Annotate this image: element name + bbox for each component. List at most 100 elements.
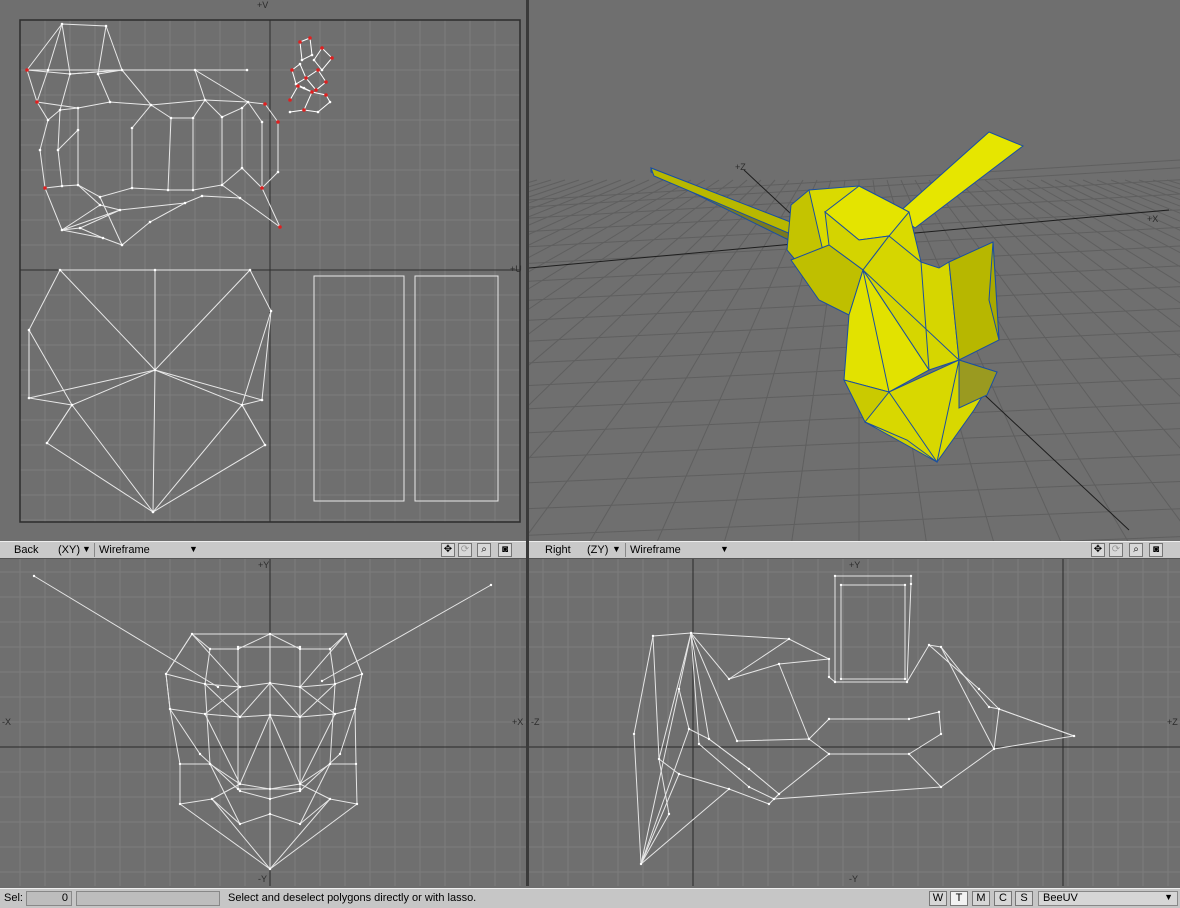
move-view-icon[interactable]: ✥ [1091, 543, 1105, 557]
selected-vertex-point [320, 46, 324, 50]
vertex-point [200, 194, 204, 198]
vertex-point [489, 583, 493, 587]
uv-map-select[interactable]: BeeUV ▼ [1038, 891, 1178, 906]
vertex-point [939, 732, 943, 736]
vertex-point [333, 712, 337, 716]
back-axis-top-label: +Y [258, 560, 270, 570]
vertex-point [191, 188, 195, 192]
back-view-axes-chevron-icon[interactable]: ▼ [82, 544, 91, 554]
vertex-point [927, 643, 931, 647]
vertex-point [46, 68, 50, 72]
back-view-axes[interactable]: (XY) [58, 544, 80, 556]
vertex-point [178, 762, 182, 766]
vertex-point [238, 685, 242, 689]
selected-vertex-point [288, 98, 292, 102]
vertex-point [108, 100, 112, 104]
vertex-point [667, 812, 671, 816]
maximize-view-icon[interactable]: ◙ [498, 543, 512, 557]
vertex-point [263, 443, 267, 447]
vertex-point [203, 712, 207, 716]
zoom-view-icon[interactable]: ⌕ [1129, 543, 1143, 557]
right-axis-right-label: +Z [1167, 717, 1178, 727]
selected-vertex-point [25, 68, 29, 72]
vertex-point [246, 100, 250, 104]
vertex-point [316, 110, 320, 114]
vertex-point [677, 772, 681, 776]
perspective-viewport[interactable]: +Z +X [529, 0, 1180, 541]
perspective-canvas[interactable] [529, 0, 1180, 541]
vertex-point [46, 118, 50, 122]
uv-map-name: BeeUV [1043, 892, 1078, 904]
vertex-point [130, 126, 134, 130]
vertex-point [120, 243, 124, 247]
rotate-view-icon[interactable]: ⟳ [1109, 543, 1123, 557]
vertex-point [807, 737, 811, 741]
vertex-point [268, 681, 272, 685]
right-view-name[interactable]: Right [545, 544, 571, 556]
vertex-point [689, 631, 693, 635]
vertex-point [210, 797, 214, 801]
selected-vertex-point [304, 76, 308, 80]
vertex-point [238, 715, 242, 719]
back-viewport[interactable]: +Y -Y -X +X [0, 559, 526, 886]
vertex-point [101, 236, 105, 240]
uv-viewport[interactable]: +V +U [0, 0, 526, 541]
vertex-point [939, 785, 943, 789]
vertex-point [1072, 734, 1076, 738]
vertex-point [70, 403, 74, 407]
vertex-point [268, 797, 272, 801]
selected-vertex-point [316, 68, 320, 72]
back-view-mode-select[interactable]: Wireframe ▼ [94, 543, 205, 557]
vertex-point [169, 116, 173, 120]
mode-button-m[interactable]: M [972, 891, 990, 906]
vertex-point [903, 677, 907, 681]
right-view-axes-chevron-icon[interactable]: ▼ [612, 544, 621, 554]
back-canvas[interactable] [0, 559, 526, 886]
vertex-point [38, 148, 42, 152]
mode-button-s[interactable]: S [1015, 891, 1033, 906]
vertex-point [190, 632, 194, 636]
vertex-point [216, 685, 220, 689]
vertex-point [651, 634, 655, 638]
vertex-point [827, 675, 831, 679]
right-view-axes[interactable]: (ZY) [587, 544, 608, 556]
right-viewport[interactable]: +Y -Y -Z +Z [529, 559, 1180, 886]
zoom-view-icon[interactable]: ⌕ [477, 543, 491, 557]
uv-canvas[interactable] [0, 0, 526, 541]
vertex-point [58, 268, 62, 272]
vertex-point [360, 672, 364, 676]
vertex-point [166, 188, 170, 192]
vertex-point [312, 58, 316, 62]
vertex-point [238, 822, 242, 826]
vertex-point [320, 68, 324, 72]
vertex-point [60, 22, 64, 26]
move-view-icon[interactable]: ✥ [441, 543, 455, 557]
right-canvas[interactable] [529, 559, 1180, 886]
vertex-point [149, 103, 153, 107]
vertex-point [98, 195, 102, 199]
uv-map-chevron-icon: ▼ [1164, 892, 1173, 902]
rotate-view-icon[interactable]: ⟳ [458, 543, 472, 557]
right-view-mode-select[interactable]: Wireframe ▼ [625, 543, 736, 557]
mode-button-t[interactable]: T [950, 891, 968, 906]
vertex-point [276, 170, 280, 174]
mode-button-c[interactable]: C [994, 891, 1012, 906]
selected-vertex-point [290, 68, 294, 72]
vertex-point [328, 100, 332, 104]
vertex-point [687, 727, 691, 731]
vertex-point [298, 685, 302, 689]
vertex-point [60, 228, 64, 232]
vertex-point [203, 682, 207, 686]
vertex-point [677, 687, 681, 691]
vertex-point [27, 396, 31, 400]
maximize-view-icon[interactable]: ◙ [1149, 543, 1163, 557]
vertex-point [298, 62, 302, 66]
selected-vertex-point [298, 40, 302, 44]
vertex-point [657, 757, 661, 761]
vertex-point [76, 106, 80, 110]
vertex-point [839, 583, 843, 587]
mode-button-w[interactable]: W [929, 891, 947, 906]
back-view-name[interactable]: Back [14, 544, 38, 556]
selected-vertex-point [310, 90, 314, 94]
vertex-point [198, 752, 202, 756]
